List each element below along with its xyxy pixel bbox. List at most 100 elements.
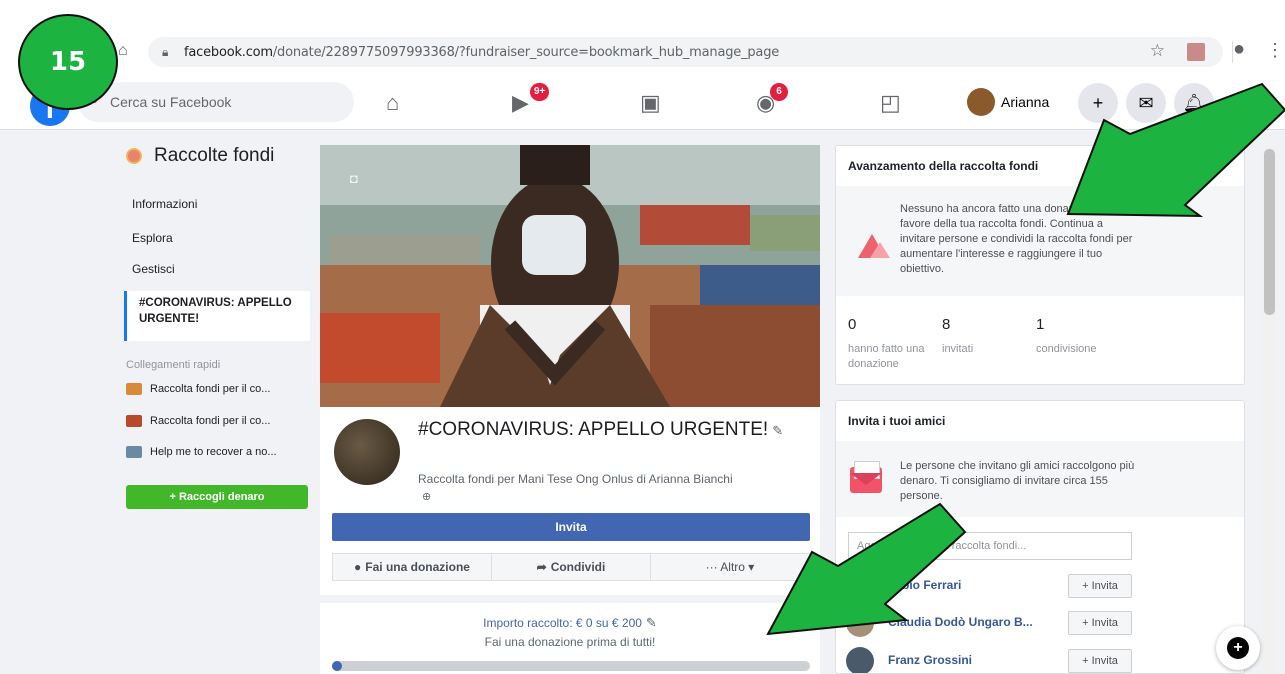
new-message-button[interactable]: +	[1216, 626, 1260, 670]
friend-row: Claudia Dodò Ungaro B... + Invita	[836, 607, 1244, 639]
invite-tip-message: Le persone che invitano gli amici raccol…	[900, 460, 1135, 502]
quick-link-label: Raccolta fondi per il co...	[150, 415, 271, 427]
home-icon[interactable]: ⌂	[118, 42, 128, 60]
quick-link-thumbnail	[126, 383, 142, 395]
quick-link-item[interactable]: Help me to recover a no...	[126, 446, 277, 458]
shares-count: 1	[1036, 316, 1045, 333]
lock-icon: 🔒︎	[162, 45, 169, 59]
step-number-badge: 15	[18, 14, 118, 110]
shares-label: condivisione	[1036, 343, 1097, 355]
compose-plus-icon: +	[1227, 637, 1249, 659]
gaming-nav-icon[interactable]: ◰	[880, 90, 901, 116]
url-text: facebook.com/donate/2289775097993368/?fu…	[184, 45, 779, 60]
scrollbar-thumb[interactable]	[1264, 149, 1275, 315]
fundraiser-actions: ● Fai una donazione ➦ Condividi ··· Altro …	[332, 553, 810, 581]
invite-card-title: Invita i tuoi amici	[848, 414, 946, 428]
share-icon: ➦	[536, 560, 547, 574]
fundraiser-title: #CORONAVIRUS: APPELLO URGENTE! ✎	[418, 419, 798, 442]
avatar	[846, 647, 874, 673]
first-donation-text: Fai una donazione prima di tutti!	[484, 635, 656, 649]
friend-row: Franz Grossini + Invita	[836, 645, 1244, 673]
url-host: facebook.com	[184, 45, 273, 60]
donate-button[interactable]: ● Fai una donazione	[333, 554, 492, 580]
quick-link-item[interactable]: Raccolta fondi per il co...	[126, 383, 270, 395]
facebook-header: f ⌕ Cerca su Facebook ⌂ ▶9+ ▣ ◉6 ◰ Arian…	[0, 80, 1285, 130]
search-bar[interactable]: ⌕ Cerca su Facebook	[78, 82, 354, 122]
fundraiser-main: ◘ #CORONAVIRUS: APPELLO URGENTE! ✎ Raccol…	[320, 145, 820, 674]
edit-goal-pencil-icon[interactable]: ✎	[646, 615, 657, 630]
progress-card-title: Avanzamento della raccolta fondi	[848, 159, 1039, 173]
groups-badge: 6	[770, 83, 788, 101]
browser-toolbar: ⌂ 🔒︎ facebook.com/donate/228977509799336…	[0, 0, 1285, 80]
quick-link-thumbnail	[126, 446, 142, 458]
sidebar-item-gestisci[interactable]: Gestisci	[132, 262, 175, 276]
address-bar[interactable]: 🔒︎ facebook.com/donate/2289775097993368/…	[148, 37, 1223, 67]
progress-bar-fill	[332, 661, 342, 671]
donors-count: 0	[848, 316, 857, 333]
raise-money-button[interactable]: + Raccogli denaro	[126, 485, 308, 509]
create-plus-icon[interactable]: +	[1078, 83, 1118, 123]
quick-link-item[interactable]: Raccolta fondi per il co...	[126, 415, 270, 427]
watch-nav-icon[interactable]: ▶ 9+	[512, 83, 550, 116]
more-button[interactable]: ··· Altro ▾	[651, 554, 809, 580]
share-label: Condividi	[550, 560, 606, 574]
avatar	[846, 572, 874, 600]
no-donations-message: Nessuno ha ancora fatto una donazione in…	[900, 203, 1133, 275]
avatar	[846, 609, 874, 637]
extension-icon[interactable]	[1187, 43, 1205, 61]
invite-friend-button[interactable]: + Invita	[1068, 611, 1132, 635]
camera-icon[interactable]: ◘	[350, 171, 358, 186]
user-name: Arianna	[1001, 94, 1050, 110]
bookmark-star-icon[interactable]: ☆	[1150, 41, 1165, 61]
fundraiser-subtitle: Raccolta fondi per Mani Tese Ong Onlus d…	[418, 472, 733, 486]
friend-row: Fabio Ferrari + Invita	[836, 570, 1244, 602]
quick-links-heading: Collegamenti rapidi	[126, 359, 221, 371]
share-button[interactable]: ➦ Condividi	[492, 554, 651, 580]
invite-button[interactable]: Invita	[332, 513, 810, 541]
sidebar-title: Raccolte fondi	[126, 145, 274, 167]
donate-icon: ●	[354, 560, 362, 574]
friend-name[interactable]: Fabio Ferrari	[888, 578, 961, 592]
quick-link-thumbnail	[126, 415, 142, 427]
home-nav-icon[interactable]: ⌂	[386, 90, 399, 116]
search-placeholder: Cerca su Facebook	[110, 94, 232, 110]
mountain-icon-secondary	[870, 242, 890, 258]
amount-raised-section: Importo raccolto: € 0 su € 200 ✎ Fai una …	[320, 595, 820, 674]
more-label: ··· Altro ▾	[705, 560, 755, 574]
notifications-bell-icon[interactable]: 🔔︎	[1174, 83, 1214, 123]
url-path: /donate/2289775097993368/?fundraiser_sou…	[272, 45, 780, 60]
sidebar-item-esplora[interactable]: Esplora	[132, 231, 173, 245]
quick-link-label: Raccolta fondi per il co...	[150, 383, 271, 395]
fundraiser-title-text: #CORONAVIRUS: APPELLO URGENTE!	[418, 419, 769, 440]
progress-bar	[332, 661, 810, 671]
cover-photo: ◘	[320, 145, 820, 407]
edit-pencil-icon[interactable]: ✎	[772, 423, 783, 438]
marketplace-nav-icon[interactable]: ▣	[640, 90, 661, 116]
profile-icon[interactable]: ●	[1233, 38, 1245, 61]
progress-card: Avanzamento della raccolta fondi Nessuno…	[835, 145, 1245, 385]
groups-nav-icon[interactable]: ◉ 6	[756, 83, 788, 116]
envelope-icon	[850, 461, 882, 493]
messenger-icon[interactable]: ✉	[1126, 83, 1166, 123]
watch-badge: 9+	[530, 83, 550, 101]
friend-name[interactable]: Claudia Dodò Ungaro B...	[888, 615, 1033, 629]
sidebar-item-informazioni[interactable]: Informazioni	[132, 197, 197, 211]
sidebar-item-active-fundraiser[interactable]: #CORONAVIRUS: APPELLO URGENTE!	[124, 291, 310, 341]
amount-raised: Importo raccolto: € 0 su € 200 ✎	[320, 615, 820, 631]
page-scrollbar[interactable]	[1262, 145, 1277, 674]
fundraiser-heart-icon	[126, 148, 142, 164]
friend-search-input[interactable]: Aggiungi amici alla raccolta fondi...	[848, 532, 1132, 560]
avatar	[967, 88, 995, 116]
invite-friend-button[interactable]: + Invita	[1068, 649, 1132, 673]
browser-menu-icon[interactable]: ⋮	[1266, 40, 1284, 61]
invite-friend-button[interactable]: + Invita	[1068, 574, 1132, 598]
amount-raised-text: Importo raccolto: € 0 su € 200	[483, 616, 642, 630]
quick-link-label: Help me to recover a no...	[150, 446, 277, 458]
friend-name[interactable]: Franz Grossini	[888, 653, 972, 667]
no-donations-notice: Nessuno ha ancora fatto una donazione in…	[836, 186, 1244, 296]
fundraiser-avatar	[334, 419, 400, 485]
donate-label: Fai una donazione	[365, 560, 470, 574]
invited-count: 8	[942, 316, 951, 333]
user-profile-chip[interactable]: Arianna	[967, 85, 1049, 119]
invited-label: invitati	[942, 343, 974, 355]
